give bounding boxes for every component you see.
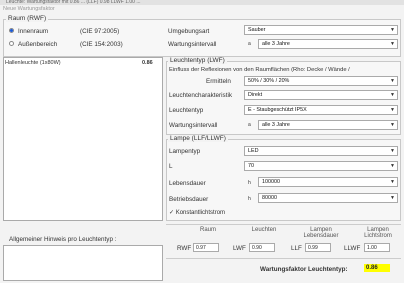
reflection-select-value: 50% / 30% / 20% <box>248 78 290 84</box>
env-select[interactable]: Sauber ▼ <box>244 25 398 35</box>
chevron-down-icon[interactable]: ▼ <box>390 40 395 48</box>
op-select[interactable]: 80000 ▼ <box>258 193 398 203</box>
life-select-value: 100000 <box>262 179 280 185</box>
summary-total-divider <box>166 258 401 259</box>
radio-outside-label: Außenbereich <box>18 41 58 48</box>
radio-inside-std: (CIE 97:2005) <box>80 28 120 35</box>
luminaire-list-item-value: 0.86 <box>142 60 153 66</box>
header-luminaire: Leuchten <box>251 227 277 233</box>
window-title: Neue Wartungsfaktor <box>3 6 55 12</box>
constant-label: Konstantlichtstrom <box>175 210 226 216</box>
summary-divider <box>166 224 401 225</box>
chevron-down-icon[interactable]: ▼ <box>390 77 395 85</box>
radio-inside-dot[interactable] <box>9 28 14 33</box>
total-value: 0.86 <box>364 264 390 272</box>
life-select[interactable]: 100000 ▼ <box>258 177 398 187</box>
header-lamp-life: Lampen Lebensdauer <box>303 227 339 239</box>
chevron-down-icon[interactable]: ▼ <box>390 147 395 155</box>
reflection-select[interactable]: 50% / 30% / 20% ▼ <box>244 76 398 86</box>
lum-interval-label: Wartungsintervall <box>169 122 218 129</box>
lwf-label: LWF <box>233 245 246 252</box>
lamp-type-select-value: LED <box>248 148 259 154</box>
header-room: Raum <box>199 227 216 233</box>
rwf-label: RWF <box>177 245 192 252</box>
chevron-down-icon[interactable]: ▼ <box>390 106 395 114</box>
hint-label: Allgemeiner Hinweis pro Leuchtentyp : <box>9 236 117 243</box>
room-group-label: Raum (RWF) <box>6 15 49 22</box>
lum-type-select-value: E - Staubgeschützt IP5X <box>248 107 307 113</box>
chevron-down-icon[interactable]: ▼ <box>390 178 395 186</box>
window-top-strip: Leuchte: Wartungsfaktor mit 0.86 ... (LL… <box>0 0 404 5</box>
room-interval-value: alle 3 Jahre <box>262 41 290 47</box>
rwf-value: 0.97 <box>193 243 219 252</box>
chevron-down-icon[interactable]: ▼ <box>390 162 395 170</box>
radio-inside-label: Innenraum <box>18 28 49 35</box>
check-icon[interactable]: ✓ <box>169 210 174 216</box>
l-select[interactable]: 70 ▼ <box>244 161 398 171</box>
life-label: Lebensdauer <box>169 180 206 187</box>
charact-select[interactable]: Direkt ▼ <box>244 90 398 100</box>
lum-type-select[interactable]: E - Staubgeschützt IP5X ▼ <box>244 105 398 115</box>
lum-interval-value: alle 3 Jahre <box>262 122 290 128</box>
op-select-value: 80000 <box>262 195 277 201</box>
radio-outside[interactable] <box>9 41 14 47</box>
op-unit: h <box>248 196 251 202</box>
l-label: L <box>169 163 173 170</box>
chevron-down-icon[interactable]: ▼ <box>390 121 395 129</box>
radio-inside[interactable] <box>9 28 14 34</box>
llwf-label: LLWF <box>344 245 361 252</box>
radio-outside-dot[interactable] <box>9 41 14 46</box>
lwf-value: 0.90 <box>249 243 275 252</box>
room-interval-label: Wartungsintervall <box>168 41 217 48</box>
chevron-down-icon[interactable]: ▼ <box>390 194 395 202</box>
lum-interval-unit: a <box>248 122 251 128</box>
lum-type-label: Leuchtentyp <box>169 107 204 114</box>
lamp-type-label: Lampentyp <box>169 148 201 155</box>
env-label: Umgebungsart <box>168 28 210 35</box>
llf-value: 0.99 <box>305 243 331 252</box>
header-lamp-flux: Lampen Lichtstrom <box>364 227 392 239</box>
charact-select-value: Direkt <box>248 92 263 98</box>
lum-interval-select[interactable]: alle 3 Jahre ▼ <box>258 120 398 130</box>
radio-outside-std: (CIE 154:2003) <box>80 41 123 48</box>
luminaire-list-item-name[interactable]: Hallenleuchte (1x80W) <box>5 60 61 66</box>
llf-label: LLF <box>291 245 302 252</box>
reflection-text: Einfluss der Reflexionen von den Raumflä… <box>169 67 350 73</box>
lamp-type-select[interactable]: LED ▼ <box>244 146 398 156</box>
determine-label[interactable]: Ermitteln <box>206 78 231 85</box>
luminaire-type-group-label: Leuchtentyp (LWF) <box>168 57 227 64</box>
room-interval-select[interactable]: alle 3 Jahre ▼ <box>258 39 398 49</box>
life-unit: h <box>248 180 251 186</box>
llwf-value: 1.00 <box>364 243 390 252</box>
chevron-down-icon[interactable]: ▼ <box>390 91 395 99</box>
room-interval-unit: a <box>248 41 251 47</box>
l-select-value: 70 <box>248 163 254 169</box>
charact-label: Leuchtencharakteristik <box>169 92 233 99</box>
op-label: Betriebsdauer <box>169 196 209 203</box>
constant-checkbox[interactable]: ✓ Konstantlichtstrom <box>169 209 225 216</box>
lamp-group-label: Lampe (LLF/LLWF) <box>168 135 228 142</box>
chevron-down-icon[interactable]: ▼ <box>390 26 395 34</box>
total-label: Wartungsfaktor Leuchtentyp: <box>260 266 348 273</box>
hint-textarea[interactable] <box>3 245 163 281</box>
env-select-value: Sauber <box>248 27 266 33</box>
luminaire-list[interactable]: Hallenleuchte (1x80W) 0.86 <box>3 57 163 221</box>
